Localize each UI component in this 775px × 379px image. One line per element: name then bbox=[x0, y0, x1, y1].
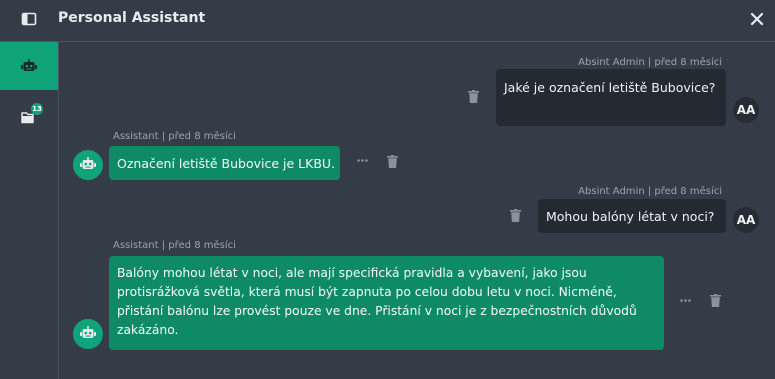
user-message: Jaké je označení letiště Bubovice? bbox=[496, 69, 726, 126]
sidebar-panel-icon[interactable] bbox=[21, 11, 37, 27]
panel-title: Personal Assistant bbox=[58, 10, 206, 26]
bot-avatar bbox=[73, 319, 103, 349]
close-icon[interactable] bbox=[749, 11, 765, 27]
trash-icon[interactable] bbox=[387, 155, 398, 168]
more-options-icon[interactable] bbox=[357, 159, 368, 162]
bot-message: Označení letiště Bubovice je LKBU. bbox=[109, 146, 340, 180]
message-meta: Assistant | před 8 měsíci bbox=[113, 131, 236, 142]
more-options-icon[interactable] bbox=[680, 299, 691, 302]
sidebar: 13 bbox=[0, 42, 59, 379]
message-meta: Absint Admin | před 8 měsíci bbox=[578, 57, 722, 68]
header: Personal Assistant bbox=[0, 0, 775, 42]
trash-icon[interactable] bbox=[710, 294, 721, 307]
notification-badge: 13 bbox=[31, 103, 43, 115]
robot-icon bbox=[80, 157, 96, 169]
message-meta: Assistant | před 8 měsíci bbox=[113, 240, 236, 251]
bot-message: Balóny mohou létat v noci, ale mají spec… bbox=[109, 256, 664, 350]
message-meta: Absint Admin | před 8 měsíci bbox=[578, 186, 722, 197]
tab-documents[interactable]: 13 bbox=[0, 92, 58, 140]
avatar: AA bbox=[733, 97, 759, 123]
avatar: AA bbox=[733, 207, 759, 233]
robot-icon bbox=[21, 59, 37, 71]
bot-avatar bbox=[73, 150, 103, 180]
trash-icon[interactable] bbox=[468, 90, 479, 103]
chat-area: Absint Admin | před 8 měsíci Jaké je ozn… bbox=[59, 42, 775, 379]
trash-icon[interactable] bbox=[510, 209, 521, 222]
user-message: Mohou balóny létat v noci? bbox=[538, 199, 726, 233]
tab-assistant[interactable] bbox=[0, 42, 58, 90]
robot-icon bbox=[80, 326, 96, 338]
